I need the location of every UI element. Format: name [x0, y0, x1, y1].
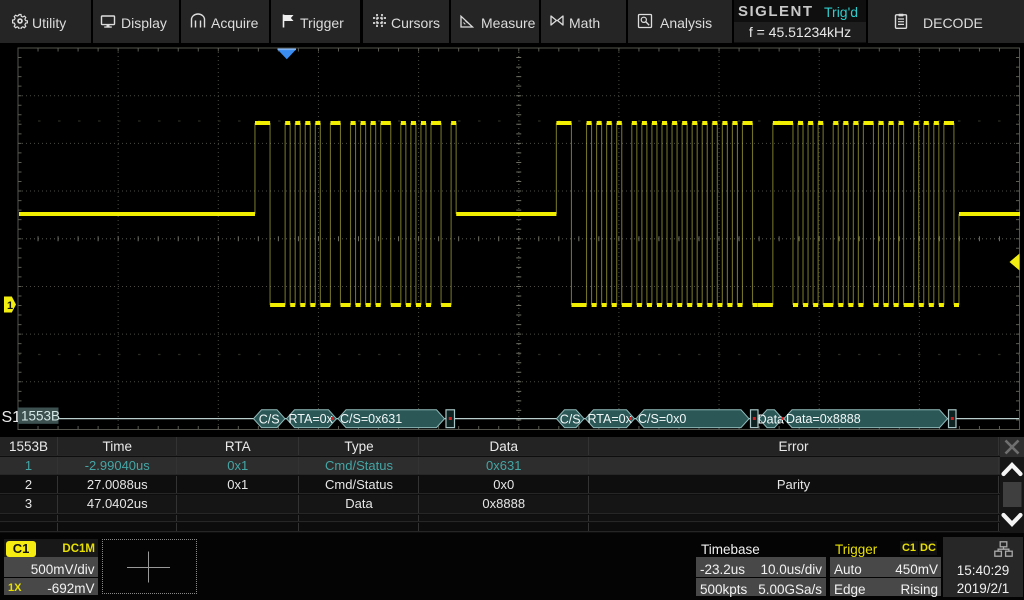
svg-text:C/S: C/S	[560, 412, 581, 426]
svg-text:C/S=0x0: C/S=0x0	[638, 412, 686, 426]
svg-text:RTA=0x: RTA=0x	[289, 412, 334, 426]
svg-text:C/S=0x631: C/S=0x631	[340, 412, 402, 426]
svg-text:RTA=0x: RTA=0x	[588, 412, 633, 426]
svg-text:C/S: C/S	[259, 412, 280, 426]
svg-text:1: 1	[7, 300, 13, 312]
svg-text:1553B: 1553B	[21, 408, 60, 423]
svg-text:Data: Data	[758, 412, 784, 426]
svg-text:Data=0x8888: Data=0x8888	[786, 412, 861, 426]
